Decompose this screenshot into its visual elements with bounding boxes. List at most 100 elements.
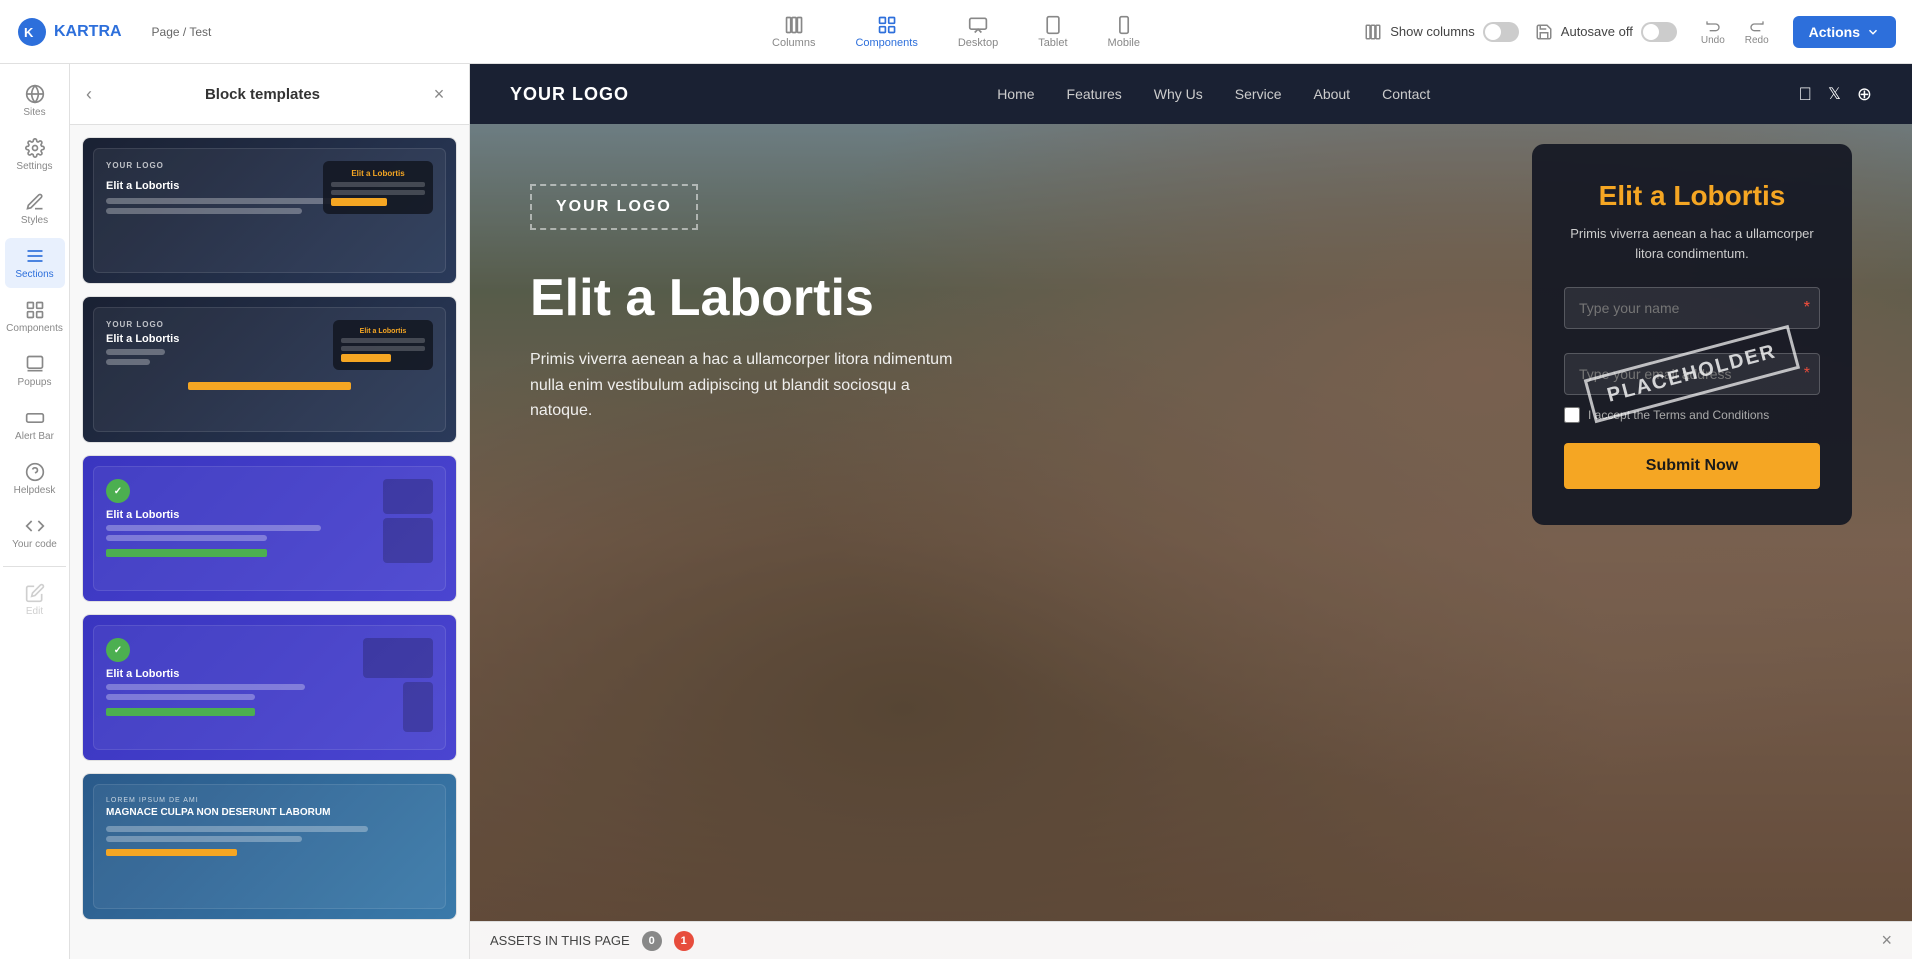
tmpl2-input2 xyxy=(341,346,425,351)
website-preview: YOUR LOGO Home Features Why Us Service A… xyxy=(470,64,1912,959)
template-list: YOUR LOGO Elit a Lobortis Elit a Loborti… xyxy=(70,125,469,932)
view-switcher: Columns Components Desktop Tablet xyxy=(764,11,1148,53)
nav-link-service[interactable]: Service xyxy=(1235,86,1282,102)
template-card-2[interactable]: YOUR LOGO Elit a Lobortis Elit a Loborti… xyxy=(82,296,457,443)
sidebar-item-your-code[interactable]: Your code xyxy=(5,508,65,558)
sidebar-item-sections[interactable]: Sections xyxy=(5,238,65,288)
svg-text:K: K xyxy=(24,25,34,40)
back-button[interactable]: ‹ xyxy=(86,84,92,105)
components-label: Components xyxy=(855,37,917,49)
columns-toggle-icon xyxy=(1364,23,1382,41)
tmpl2-logo: YOUR LOGO xyxy=(106,320,179,329)
dribbble-icon[interactable]: ⊕ xyxy=(1857,84,1872,105)
undo-label: Undo xyxy=(1701,35,1725,46)
tmpl2-btn xyxy=(341,354,391,362)
close-panel-button[interactable]: × xyxy=(425,80,453,108)
form-checkbox-row: I accept the Terms and Conditions xyxy=(1564,407,1820,423)
desktop-label: Desktop xyxy=(958,37,998,49)
required-star-2: * xyxy=(1804,365,1810,383)
tmpl2-cta xyxy=(188,382,352,390)
assets-label: ASSETS IN THIS PAGE xyxy=(490,933,630,948)
view-columns[interactable]: Columns xyxy=(764,11,823,53)
preview-logo: YOUR LOGO xyxy=(510,84,629,105)
sidebar-item-helpdesk[interactable]: Helpdesk xyxy=(5,454,65,504)
sites-label: Sites xyxy=(23,107,45,118)
terms-label: I accept the Terms and Conditions xyxy=(1588,408,1769,422)
show-columns-toggle[interactable] xyxy=(1483,22,1519,42)
tablet-label: Tablet xyxy=(1038,37,1067,49)
tmpl4-bar2 xyxy=(106,694,255,700)
facebook-icon[interactable]:  xyxy=(1799,84,1813,105)
form-name-input[interactable] xyxy=(1564,287,1820,329)
helpdesk-icon xyxy=(25,462,45,482)
block-templates-title: Block templates xyxy=(205,86,320,103)
sidebar-item-styles[interactable]: Styles xyxy=(5,184,65,234)
assets-bar: ASSETS IN THIS PAGE 0 1 × xyxy=(470,921,1912,959)
logo-text: KARTRA xyxy=(54,23,122,41)
tmpl4-device2 xyxy=(403,682,433,732)
assets-count-red: 1 xyxy=(674,931,694,951)
tmpl3-title: Elit a Lobortis xyxy=(106,509,375,521)
actions-label: Actions xyxy=(1809,24,1860,40)
tmpl2-form-title: Elit a Lobortis xyxy=(341,328,425,335)
tmpl1-btn xyxy=(331,198,387,206)
form-email-input[interactable] xyxy=(1564,353,1820,395)
nav-link-contact[interactable]: Contact xyxy=(1382,86,1430,102)
sidebar-item-settings[interactable]: Settings xyxy=(5,130,65,180)
nav-link-home[interactable]: Home xyxy=(997,86,1034,102)
view-components[interactable]: Components xyxy=(847,11,925,53)
view-desktop[interactable]: Desktop xyxy=(950,11,1006,53)
sections-icon xyxy=(25,246,45,266)
show-columns-control[interactable]: Show columns xyxy=(1364,22,1519,42)
assets-counts: ASSETS IN THIS PAGE 0 1 xyxy=(490,931,694,951)
template-card-4[interactable]: ✓ Elit a Lobortis xyxy=(82,614,457,761)
alert-bar-icon xyxy=(25,408,45,428)
form-submit-button[interactable]: Submit Now xyxy=(1564,443,1820,489)
sidebar-item-sites[interactable]: Sites xyxy=(5,76,65,126)
sections-label: Sections xyxy=(15,269,53,280)
nav-link-whyus[interactable]: Why Us xyxy=(1154,86,1203,102)
assets-bar-close-button[interactable]: × xyxy=(1881,930,1892,951)
undo-icon xyxy=(1705,18,1721,34)
nav-link-features[interactable]: Features xyxy=(1067,86,1122,102)
redo-icon xyxy=(1749,18,1765,34)
nav-link-about[interactable]: About xyxy=(1313,86,1350,102)
settings-icon xyxy=(25,138,45,158)
kartra-logo-icon: K xyxy=(16,16,48,48)
components-icon xyxy=(877,15,897,35)
sidebar-item-components[interactable]: Components xyxy=(5,292,65,342)
template-card-5[interactable]: LOREM IPSUM DE AMI MAGNACE CULPA NON DES… xyxy=(82,773,457,920)
redo-button[interactable]: Redo xyxy=(1737,14,1777,50)
tmpl1-form-title: Elit a Lobortis xyxy=(331,169,425,178)
autosave-toggle[interactable] xyxy=(1641,22,1677,42)
tmpl1-bar2 xyxy=(106,208,302,214)
code-icon xyxy=(25,516,45,536)
sidebar-item-edit: Edit xyxy=(5,575,65,625)
tmpl3-bar2 xyxy=(106,535,267,541)
form-card: Elit a Lobortis Primis viverra aenean a … xyxy=(1532,144,1852,525)
view-mobile[interactable]: Mobile xyxy=(1100,11,1148,53)
tmpl5-bar1 xyxy=(106,826,368,832)
tmpl5-title: MAGNACE CULPA NON DESERUNT LABORUM xyxy=(106,807,433,819)
form-card-subtitle: Primis viverra aenean a hac a ullamcorpe… xyxy=(1564,224,1820,263)
terms-checkbox[interactable] xyxy=(1564,407,1580,423)
tmpl5-btn xyxy=(106,849,237,856)
tmpl5-bar2 xyxy=(106,836,302,842)
columns-label: Columns xyxy=(772,37,815,49)
mobile-label: Mobile xyxy=(1108,37,1140,49)
undo-button[interactable]: Undo xyxy=(1693,14,1733,50)
twitter-icon[interactable]: 𝕏 xyxy=(1828,84,1841,105)
form-name-wrapper: * xyxy=(1564,287,1820,341)
actions-button[interactable]: Actions xyxy=(1793,16,1896,48)
autosave-control[interactable]: Autosave off xyxy=(1535,22,1677,42)
logo-area[interactable]: K KARTRA xyxy=(16,16,122,48)
settings-label: Settings xyxy=(16,161,52,172)
template-card-3[interactable]: ✓ Elit a Lobortis xyxy=(82,455,457,602)
popups-icon xyxy=(25,354,45,374)
autosave-label: Autosave off xyxy=(1561,24,1633,39)
view-tablet[interactable]: Tablet xyxy=(1030,11,1075,53)
tmpl5-label: LOREM IPSUM DE AMI xyxy=(106,797,433,804)
sidebar-item-alert-bar[interactable]: Alert Bar xyxy=(5,400,65,450)
template-card-1[interactable]: YOUR LOGO Elit a Lobortis Elit a Loborti… xyxy=(82,137,457,284)
sidebar-item-popups[interactable]: Popups xyxy=(5,346,65,396)
